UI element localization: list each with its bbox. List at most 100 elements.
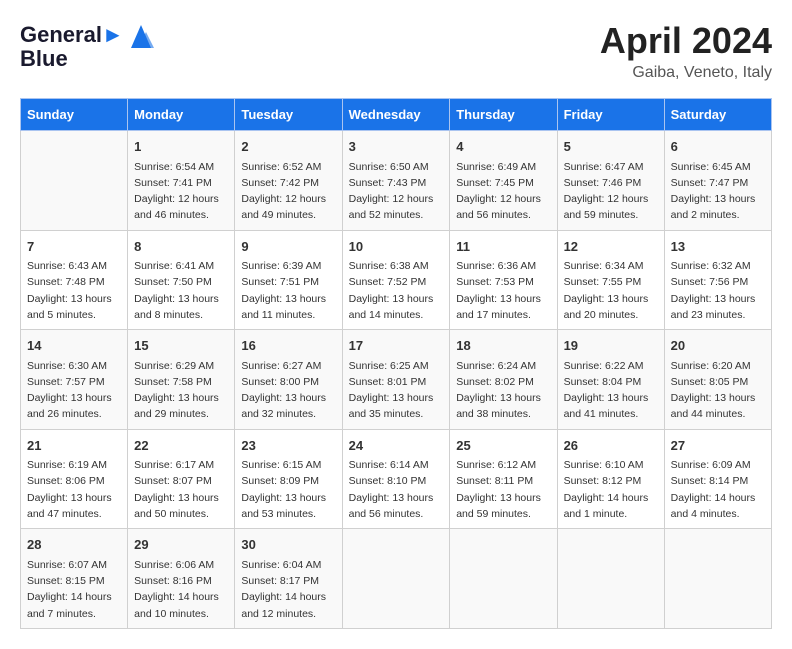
calendar-cell: 14Sunrise: 6:30 AMSunset: 7:57 PMDayligh… <box>21 330 128 430</box>
day-number: 5 <box>564 137 658 157</box>
day-info: Sunrise: 6:41 AMSunset: 7:50 PMDaylight:… <box>134 258 228 323</box>
weekday-header-wednesday: Wednesday <box>342 99 450 131</box>
day-info: Sunrise: 6:27 AMSunset: 8:00 PMDaylight:… <box>241 358 335 423</box>
day-info: Sunrise: 6:39 AMSunset: 7:51 PMDaylight:… <box>241 258 335 323</box>
day-info: Sunrise: 6:43 AMSunset: 7:48 PMDaylight:… <box>27 258 121 323</box>
day-info: Sunrise: 6:09 AMSunset: 8:14 PMDaylight:… <box>671 457 765 522</box>
calendar-cell <box>664 529 771 629</box>
day-info: Sunrise: 6:50 AMSunset: 7:43 PMDaylight:… <box>349 159 444 224</box>
weekday-header-tuesday: Tuesday <box>235 99 342 131</box>
day-info: Sunrise: 6:52 AMSunset: 7:42 PMDaylight:… <box>241 159 335 224</box>
day-info: Sunrise: 6:15 AMSunset: 8:09 PMDaylight:… <box>241 457 335 522</box>
calendar-cell: 2Sunrise: 6:52 AMSunset: 7:42 PMDaylight… <box>235 131 342 231</box>
logo-icon <box>126 20 156 50</box>
day-number: 25 <box>456 436 550 456</box>
day-number: 11 <box>456 237 550 257</box>
calendar-cell: 28Sunrise: 6:07 AMSunset: 8:15 PMDayligh… <box>21 529 128 629</box>
day-number: 6 <box>671 137 765 157</box>
calendar-cell: 9Sunrise: 6:39 AMSunset: 7:51 PMDaylight… <box>235 230 342 330</box>
day-number: 9 <box>241 237 335 257</box>
calendar-cell: 15Sunrise: 6:29 AMSunset: 7:58 PMDayligh… <box>128 330 235 430</box>
calendar-cell <box>21 131 128 231</box>
day-info: Sunrise: 6:38 AMSunset: 7:52 PMDaylight:… <box>349 258 444 323</box>
calendar-cell: 6Sunrise: 6:45 AMSunset: 7:47 PMDaylight… <box>664 131 771 231</box>
calendar-cell: 10Sunrise: 6:38 AMSunset: 7:52 PMDayligh… <box>342 230 450 330</box>
day-number: 17 <box>349 336 444 356</box>
weekday-header-thursday: Thursday <box>450 99 557 131</box>
calendar-cell: 29Sunrise: 6:06 AMSunset: 8:16 PMDayligh… <box>128 529 235 629</box>
calendar-cell <box>342 529 450 629</box>
day-info: Sunrise: 6:25 AMSunset: 8:01 PMDaylight:… <box>349 358 444 423</box>
day-number: 26 <box>564 436 658 456</box>
weekday-header-friday: Friday <box>557 99 664 131</box>
month-title: April 2024 <box>600 20 772 62</box>
day-info: Sunrise: 6:06 AMSunset: 8:16 PMDaylight:… <box>134 557 228 622</box>
day-info: Sunrise: 6:34 AMSunset: 7:55 PMDaylight:… <box>564 258 658 323</box>
day-info: Sunrise: 6:29 AMSunset: 7:58 PMDaylight:… <box>134 358 228 423</box>
day-number: 12 <box>564 237 658 257</box>
day-number: 13 <box>671 237 765 257</box>
calendar-cell: 23Sunrise: 6:15 AMSunset: 8:09 PMDayligh… <box>235 429 342 529</box>
calendar-cell: 17Sunrise: 6:25 AMSunset: 8:01 PMDayligh… <box>342 330 450 430</box>
day-number: 4 <box>456 137 550 157</box>
calendar-cell: 4Sunrise: 6:49 AMSunset: 7:45 PMDaylight… <box>450 131 557 231</box>
day-number: 19 <box>564 336 658 356</box>
day-info: Sunrise: 6:04 AMSunset: 8:17 PMDaylight:… <box>241 557 335 622</box>
day-number: 10 <box>349 237 444 257</box>
weekday-header-sunday: Sunday <box>21 99 128 131</box>
day-info: Sunrise: 6:54 AMSunset: 7:41 PMDaylight:… <box>134 159 228 224</box>
day-number: 23 <box>241 436 335 456</box>
logo: General► Blue <box>20 20 156 72</box>
day-info: Sunrise: 6:49 AMSunset: 7:45 PMDaylight:… <box>456 159 550 224</box>
calendar-cell: 22Sunrise: 6:17 AMSunset: 8:07 PMDayligh… <box>128 429 235 529</box>
calendar-cell: 3Sunrise: 6:50 AMSunset: 7:43 PMDaylight… <box>342 131 450 231</box>
calendar-cell: 21Sunrise: 6:19 AMSunset: 8:06 PMDayligh… <box>21 429 128 529</box>
calendar-week-row: 7Sunrise: 6:43 AMSunset: 7:48 PMDaylight… <box>21 230 772 330</box>
weekday-header-saturday: Saturday <box>664 99 771 131</box>
day-info: Sunrise: 6:12 AMSunset: 8:11 PMDaylight:… <box>456 457 550 522</box>
page-header: General► Blue April 2024 Gaiba, Veneto, … <box>20 20 772 82</box>
calendar-cell: 7Sunrise: 6:43 AMSunset: 7:48 PMDaylight… <box>21 230 128 330</box>
day-number: 2 <box>241 137 335 157</box>
calendar-cell: 26Sunrise: 6:10 AMSunset: 8:12 PMDayligh… <box>557 429 664 529</box>
day-info: Sunrise: 6:19 AMSunset: 8:06 PMDaylight:… <box>27 457 121 522</box>
calendar-header: SundayMondayTuesdayWednesdayThursdayFrid… <box>21 99 772 131</box>
weekday-header-monday: Monday <box>128 99 235 131</box>
day-info: Sunrise: 6:32 AMSunset: 7:56 PMDaylight:… <box>671 258 765 323</box>
calendar-cell: 5Sunrise: 6:47 AMSunset: 7:46 PMDaylight… <box>557 131 664 231</box>
calendar-cell: 30Sunrise: 6:04 AMSunset: 8:17 PMDayligh… <box>235 529 342 629</box>
day-info: Sunrise: 6:47 AMSunset: 7:46 PMDaylight:… <box>564 159 658 224</box>
day-number: 3 <box>349 137 444 157</box>
day-info: Sunrise: 6:17 AMSunset: 8:07 PMDaylight:… <box>134 457 228 522</box>
day-info: Sunrise: 6:14 AMSunset: 8:10 PMDaylight:… <box>349 457 444 522</box>
day-number: 22 <box>134 436 228 456</box>
calendar-cell: 18Sunrise: 6:24 AMSunset: 8:02 PMDayligh… <box>450 330 557 430</box>
day-number: 7 <box>27 237 121 257</box>
title-area: April 2024 Gaiba, Veneto, Italy <box>600 20 772 82</box>
calendar-cell: 11Sunrise: 6:36 AMSunset: 7:53 PMDayligh… <box>450 230 557 330</box>
day-info: Sunrise: 6:10 AMSunset: 8:12 PMDaylight:… <box>564 457 658 522</box>
calendar-week-row: 21Sunrise: 6:19 AMSunset: 8:06 PMDayligh… <box>21 429 772 529</box>
day-info: Sunrise: 6:07 AMSunset: 8:15 PMDaylight:… <box>27 557 121 622</box>
weekday-header-row: SundayMondayTuesdayWednesdayThursdayFrid… <box>21 99 772 131</box>
day-info: Sunrise: 6:36 AMSunset: 7:53 PMDaylight:… <box>456 258 550 323</box>
day-number: 30 <box>241 535 335 555</box>
calendar-body: 1Sunrise: 6:54 AMSunset: 7:41 PMDaylight… <box>21 131 772 629</box>
calendar-week-row: 14Sunrise: 6:30 AMSunset: 7:57 PMDayligh… <box>21 330 772 430</box>
calendar-cell: 8Sunrise: 6:41 AMSunset: 7:50 PMDaylight… <box>128 230 235 330</box>
location-title: Gaiba, Veneto, Italy <box>600 64 772 82</box>
day-number: 27 <box>671 436 765 456</box>
calendar-cell: 25Sunrise: 6:12 AMSunset: 8:11 PMDayligh… <box>450 429 557 529</box>
day-number: 14 <box>27 336 121 356</box>
day-number: 24 <box>349 436 444 456</box>
calendar-cell: 16Sunrise: 6:27 AMSunset: 8:00 PMDayligh… <box>235 330 342 430</box>
calendar-cell <box>450 529 557 629</box>
day-number: 16 <box>241 336 335 356</box>
day-number: 15 <box>134 336 228 356</box>
calendar-cell <box>557 529 664 629</box>
day-number: 8 <box>134 237 228 257</box>
calendar-cell: 20Sunrise: 6:20 AMSunset: 8:05 PMDayligh… <box>664 330 771 430</box>
calendar-cell: 19Sunrise: 6:22 AMSunset: 8:04 PMDayligh… <box>557 330 664 430</box>
calendar-cell: 24Sunrise: 6:14 AMSunset: 8:10 PMDayligh… <box>342 429 450 529</box>
day-number: 28 <box>27 535 121 555</box>
